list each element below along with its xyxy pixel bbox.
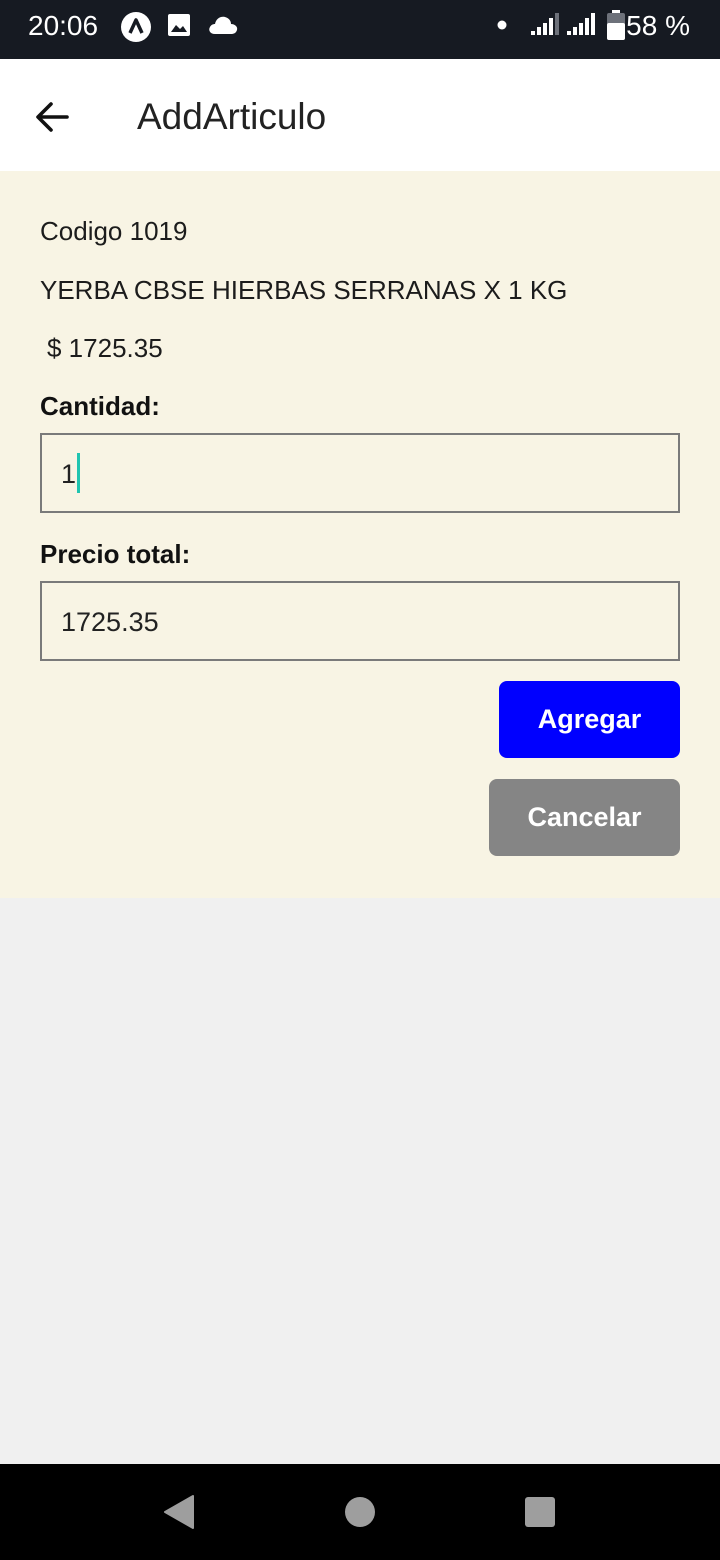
article-code: Codigo 1019 (40, 216, 188, 246)
cloud-icon (209, 16, 238, 34)
page-title: AddArticulo (137, 96, 327, 137)
signal-icon (567, 13, 595, 35)
article-price: $ 1725.35 (47, 333, 163, 363)
total-price-label: Precio total: (40, 539, 191, 569)
back-button[interactable] (28, 93, 76, 141)
battery-percentage: 58 % (626, 10, 690, 41)
recents-square-icon[interactable] (520, 1492, 560, 1532)
app-a-icon (121, 12, 151, 42)
quantity-value: 1 (61, 459, 77, 489)
status-time: 20:06 (28, 10, 99, 41)
add-article-form: Codigo 1019 YERBA CBSE HIERBAS SERRANAS … (0, 171, 720, 898)
status-bar: 20:06 58 % (0, 0, 720, 59)
navigation-bar (0, 1464, 720, 1560)
battery-icon (607, 10, 625, 40)
signal-icon (531, 13, 559, 35)
quantity-input[interactable]: 1 (40, 433, 680, 513)
total-price-value: 1725.35 (61, 607, 159, 637)
dot-icon (497, 20, 507, 30)
image-icon (168, 14, 190, 36)
article-description: YERBA CBSE HIERBAS SERRANAS X 1 KG (40, 275, 568, 305)
app-bar: AddArticulo (0, 59, 720, 171)
total-price-input[interactable]: 1725.35 (40, 581, 680, 661)
cancel-button[interactable]: Cancelar (489, 779, 680, 856)
home-circle-icon[interactable] (340, 1492, 380, 1532)
quantity-label: Cantidad: (40, 391, 160, 421)
add-button[interactable]: Agregar (499, 681, 680, 758)
text-cursor (77, 453, 80, 493)
arrow-left-icon (36, 102, 69, 132)
back-triangle-icon[interactable] (160, 1492, 200, 1532)
